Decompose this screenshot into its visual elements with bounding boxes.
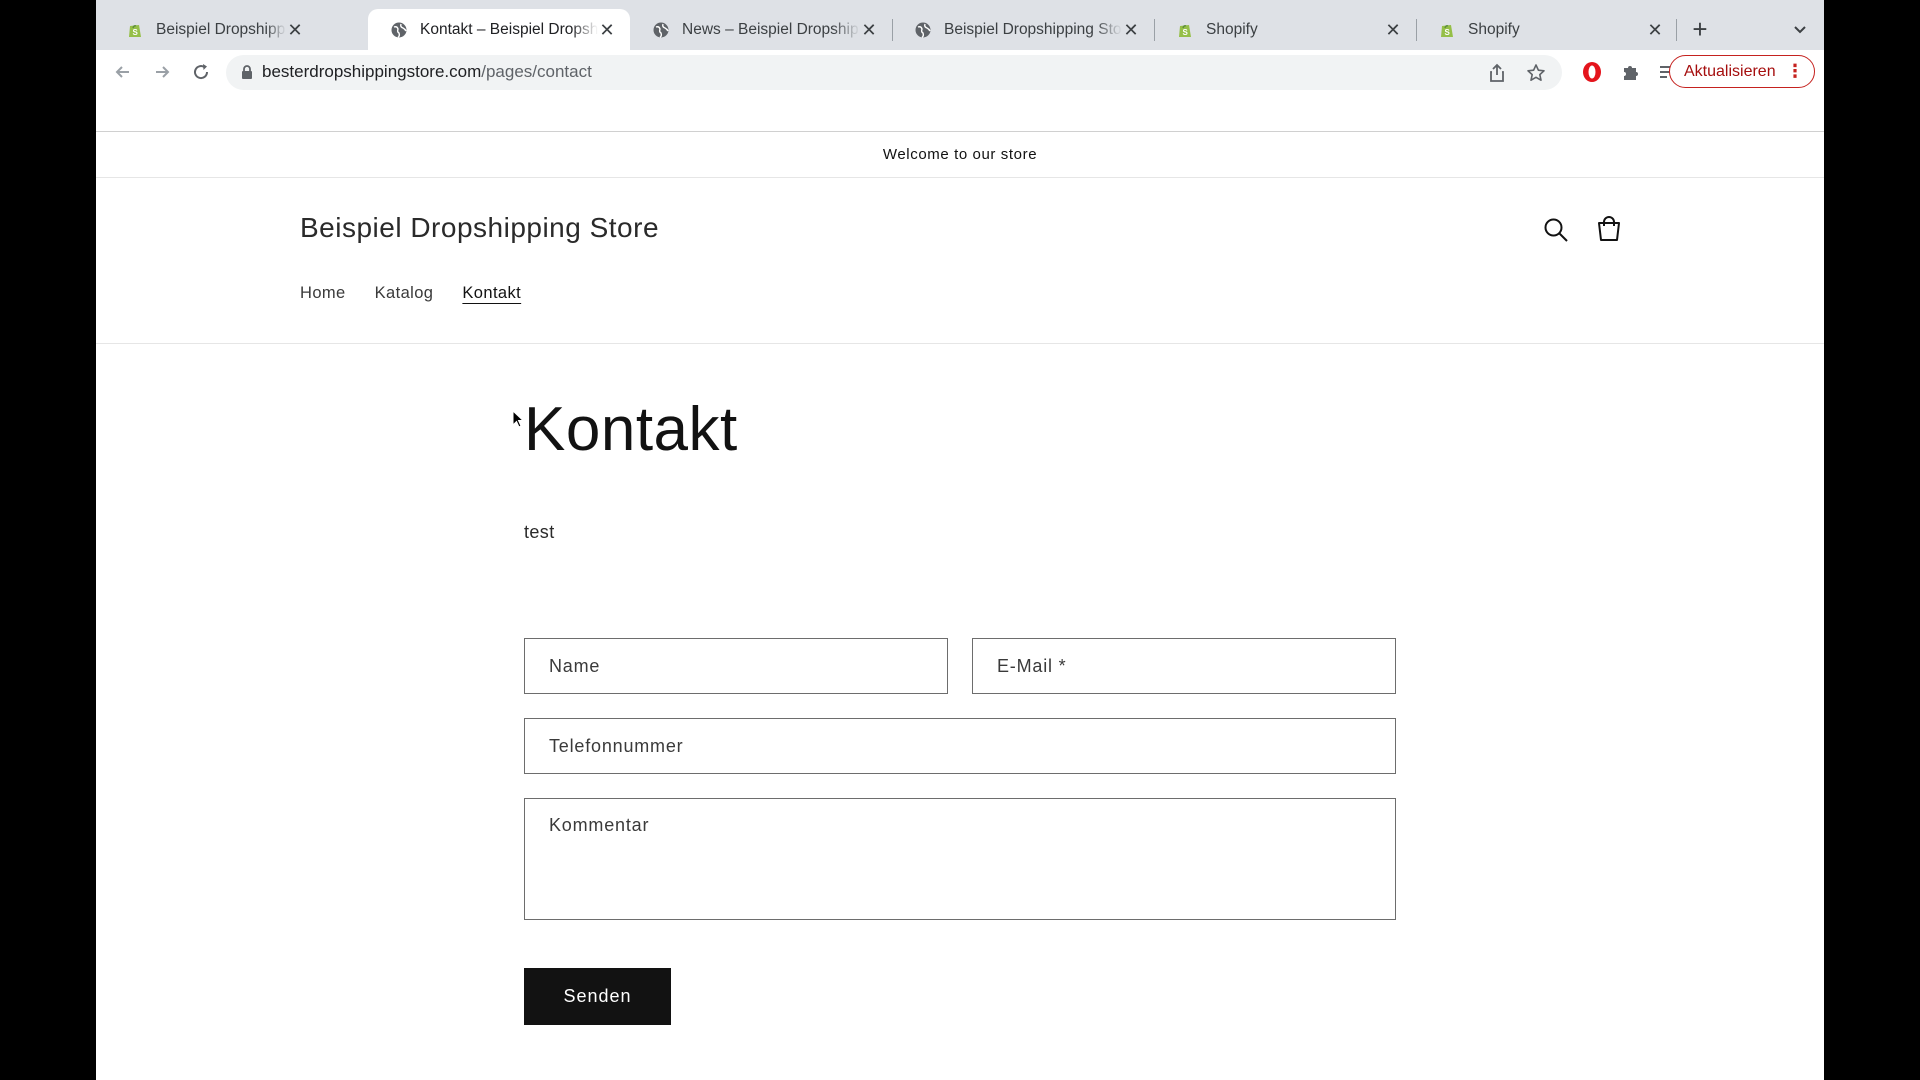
url-path: /pages/contact: [481, 62, 592, 81]
tab-title: News – Beispiel Dropshipping Store: [682, 20, 860, 38]
arrow-right-icon: [156, 66, 170, 78]
tab-title: Kontakt – Beispiel Dropshipping Store: [420, 20, 598, 38]
page-title: Kontakt: [524, 395, 738, 464]
tab-shopify-2[interactable]: S Shopify ✕: [1416, 9, 1678, 50]
opera-extension-button[interactable]: [1579, 59, 1605, 85]
tab-kontakt[interactable]: Kontakt – Beispiel Dropshipping Store ✕: [368, 9, 630, 50]
globe-icon: [915, 22, 931, 38]
store-logo-text[interactable]: Beispiel Dropshipping Store: [300, 212, 659, 244]
main-navigation: Home Katalog Kontakt: [300, 284, 521, 303]
back-button[interactable]: [110, 59, 136, 85]
url-text: besterdropshippingstore.com/pages/contac…: [262, 62, 592, 82]
arrow-left-icon: [115, 66, 129, 78]
share-icon[interactable]: [1488, 63, 1506, 83]
header-divider: [96, 343, 1824, 344]
name-field[interactable]: [524, 638, 948, 694]
puzzle-icon: [1624, 66, 1638, 80]
page-body-text: test: [524, 522, 555, 542]
tab-news[interactable]: News – Beispiel Dropshipping Store ✕: [630, 9, 892, 50]
close-icon[interactable]: ✕: [1122, 21, 1140, 39]
tab-strip: S Beispiel Dropshipping Store ✕ Kontakt …: [96, 0, 1824, 50]
update-label: Aktualisieren: [1684, 62, 1776, 80]
phone-field[interactable]: [524, 718, 1396, 774]
tab-title: Shopify: [1206, 20, 1258, 38]
new-tab-button[interactable]: +: [1686, 16, 1714, 44]
shopify-icon: S: [1179, 24, 1191, 37]
email-field[interactable]: [972, 638, 1396, 694]
reload-button[interactable]: [188, 59, 214, 85]
nav-item-katalog[interactable]: Katalog: [375, 284, 434, 303]
forward-button[interactable]: [149, 59, 175, 85]
more-menu-icon[interactable]: ⋮: [1786, 62, 1804, 80]
shopify-icon: S: [129, 24, 141, 37]
search-icon[interactable]: [1542, 216, 1570, 244]
browser-window: S Beispiel Dropshipping Store ✕ Kontakt …: [96, 0, 1824, 1080]
shopify-icon: S: [1441, 24, 1453, 37]
browser-toolbar: besterdropshippingstore.com/pages/contac…: [96, 50, 1824, 94]
globe-icon: [391, 22, 407, 38]
tab-title: Beispiel Dropshipping Store: [944, 20, 1122, 38]
send-button[interactable]: Senden: [524, 968, 671, 1025]
bookmark-star-icon[interactable]: [1526, 63, 1546, 83]
nav-item-home[interactable]: Home: [300, 284, 346, 303]
close-icon[interactable]: ✕: [1646, 21, 1664, 39]
opera-icon: [1583, 62, 1601, 82]
tab-separator: [1676, 19, 1677, 41]
svg-text:S: S: [133, 28, 139, 37]
tab-beispiel-store-2[interactable]: Beispiel Dropshipping Store ✕: [892, 9, 1154, 50]
address-bar[interactable]: besterdropshippingstore.com/pages/contac…: [226, 55, 1562, 90]
close-icon[interactable]: ✕: [860, 21, 878, 39]
lock-icon[interactable]: [240, 64, 254, 80]
announcement-bar: Welcome to our store: [96, 132, 1824, 178]
close-icon[interactable]: ✕: [286, 21, 304, 39]
tab-title: Beispiel Dropshipping Store: [156, 20, 286, 38]
nav-item-kontakt[interactable]: Kontakt: [462, 284, 521, 303]
mouse-cursor-icon: [512, 410, 524, 428]
svg-text:S: S: [1445, 28, 1451, 37]
reload-icon: [194, 64, 209, 80]
close-icon[interactable]: ✕: [1384, 21, 1402, 39]
svg-text:S: S: [1183, 28, 1189, 37]
comment-field[interactable]: [524, 798, 1396, 920]
url-domain: besterdropshippingstore.com: [262, 62, 482, 81]
chevron-down-icon[interactable]: [1790, 20, 1810, 40]
tab-beispiel-store-1[interactable]: S Beispiel Dropshipping Store ✕: [104, 9, 318, 50]
globe-icon: [653, 22, 669, 38]
update-button[interactable]: Aktualisieren ⋮: [1669, 55, 1815, 88]
extensions-button[interactable]: [1618, 59, 1644, 85]
tab-shopify-1[interactable]: S Shopify ✕: [1154, 9, 1416, 50]
close-icon[interactable]: ✕: [598, 21, 616, 39]
cart-icon[interactable]: [1594, 214, 1624, 244]
announcement-text: Welcome to our store: [882, 146, 1038, 163]
tab-title: Shopify: [1468, 20, 1520, 38]
